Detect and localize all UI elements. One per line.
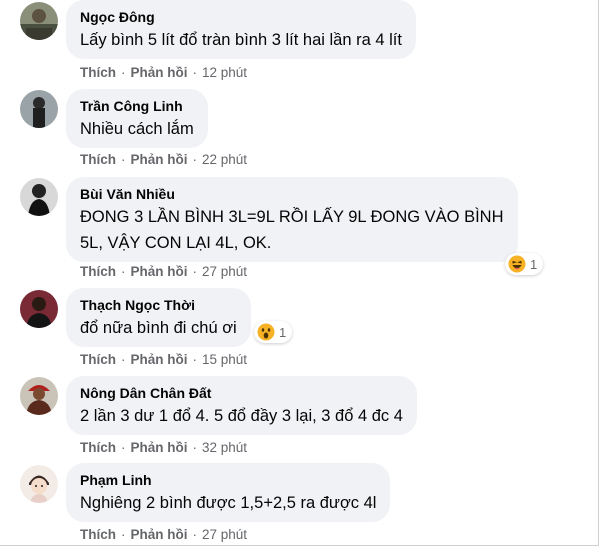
comment-bubble: Ngọc Đông Lấy bình 5 lít đổ tràn bình 3 … [66,0,416,59]
reply-button[interactable]: Phản hồi [131,527,188,542]
haha-reaction-icon [508,255,526,273]
reaction-count: 1 [279,324,287,340]
comment-text: Nhiều cách lắm [80,120,194,138]
comment-text: 5L, VẬY CON LẠI 4L, OK. [80,234,272,252]
like-button[interactable]: Thích [80,440,116,455]
comment-author[interactable]: Ngọc Đông [80,8,402,26]
comment-text: đổ nữa bình đi chú ơi [80,319,237,337]
reaction-badge[interactable]: 1 [505,253,544,275]
comment-actions: Thích · Phản hồi · 27 phút [80,264,248,279]
comment-author[interactable]: Trần Công Linh [80,97,194,115]
comment-text: 2 lần 3 dư 1 đổ 4. 5 đổ đầy 3 lại, 3 đổ … [80,407,403,425]
comment-timestamp[interactable]: 32 phút [202,440,247,455]
comment-timestamp[interactable]: 27 phút [202,527,247,542]
reply-button[interactable]: Phản hồi [131,440,188,455]
comment-actions: Thích · Phản hồi · 15 phút [80,352,248,367]
comment-timestamp[interactable]: 27 phút [202,264,247,279]
comment-bubble: Thạch Ngọc Thời đổ nữa bình đi chú ơi [66,288,251,347]
comment-actions: Thích · Phản hồi · 12 phút [80,65,248,80]
like-button[interactable]: Thích [80,352,116,367]
comment-bubble: Trần Công Linh Nhiều cách lắm [66,89,208,148]
comment-text: ĐONG 3 LẦN BÌNH 3L=9L RỒI LẤY 9L ĐONG VÀ… [80,208,504,226]
like-button[interactable]: Thích [80,65,116,80]
comment-actions: Thích · Phản hồi · 27 phút [80,527,248,542]
avatar[interactable] [20,377,58,415]
comment-author[interactable]: Bùi Văn Nhiều [80,185,504,203]
comment-timestamp[interactable]: 15 phút [202,352,247,367]
comment-bubble: Phạm Linh Nghiêng 2 bình được 1,5+2,5 ra… [66,463,391,522]
avatar[interactable] [20,178,58,216]
comment-actions: Thích · Phản hồi · 22 phút [80,152,248,167]
comment-thread: Ngọc Đông Lấy bình 5 lít đổ tràn bình 3 … [0,0,599,546]
reaction-badge[interactable]: 1 [254,321,293,343]
reply-button[interactable]: Phản hồi [131,264,188,279]
comment-bubble: Bùi Văn Nhiều ĐONG 3 LẦN BÌNH 3L=9L RỒI … [66,177,518,262]
comment-text: Lấy bình 5 lít đổ tràn bình 3 lít hai lầ… [80,31,402,49]
wow-reaction-icon [257,323,275,341]
like-button[interactable]: Thích [80,152,116,167]
comment-author[interactable]: Thạch Ngọc Thời [80,296,237,314]
avatar[interactable] [20,465,58,503]
reaction-count: 1 [530,256,538,272]
comment-author[interactable]: Nông Dân Chân Đất [80,384,403,402]
like-button[interactable]: Thích [80,527,116,542]
comment-text: Nghiêng 2 bình được 1,5+2,5 ra được 4l [80,494,377,512]
reply-button[interactable]: Phản hồi [131,65,188,80]
avatar[interactable] [20,290,58,328]
comment-bubble: Nông Dân Chân Đất 2 lần 3 dư 1 đổ 4. 5 đ… [66,376,417,435]
like-button[interactable]: Thích [80,264,116,279]
reply-button[interactable]: Phản hồi [131,352,188,367]
comment-timestamp[interactable]: 22 phút [202,152,247,167]
comment-timestamp[interactable]: 12 phút [202,65,247,80]
avatar[interactable] [20,2,58,40]
comment-author[interactable]: Phạm Linh [80,471,376,489]
reply-button[interactable]: Phản hồi [131,152,188,167]
avatar[interactable] [20,90,58,128]
comment-actions: Thích · Phản hồi · 32 phút [80,440,248,455]
